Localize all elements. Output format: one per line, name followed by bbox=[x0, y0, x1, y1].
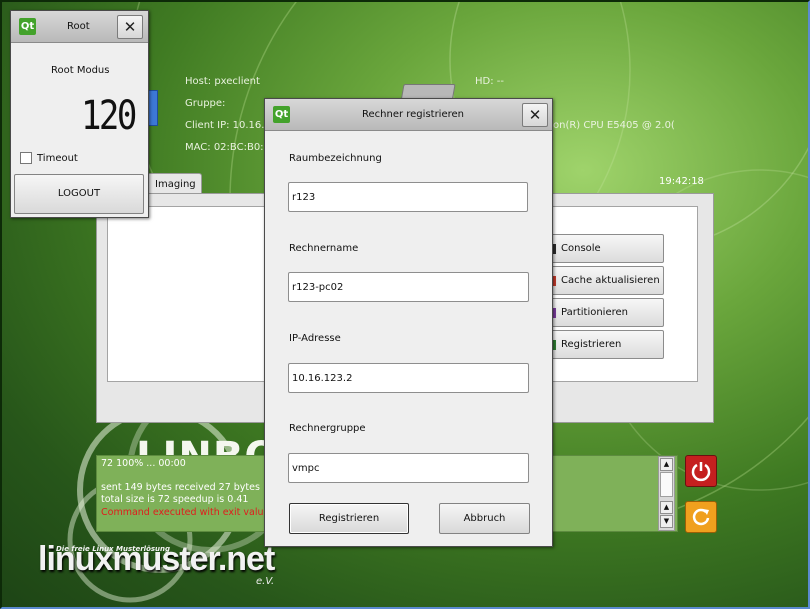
root-window: Qt Root ✕ Root Modus 120 Timeout LOGOUT bbox=[10, 10, 149, 218]
group-label: Rechnergruppe bbox=[289, 423, 366, 434]
close-icon[interactable]: ✕ bbox=[117, 15, 143, 39]
root-titlebar[interactable]: Qt Root ✕ bbox=[11, 11, 148, 43]
register-button[interactable]: Registrieren bbox=[544, 330, 664, 359]
register-dialog-title: Rechner registrieren bbox=[362, 109, 464, 120]
log-line: 72 100% ... 00:00 bbox=[101, 458, 186, 469]
qt-logo-icon: Qt bbox=[19, 18, 36, 35]
register-dialog: Qt Rechner registrieren ✕ Raumbezeichnun… bbox=[264, 98, 553, 547]
reboot-icon bbox=[692, 508, 710, 526]
scroll-down-arrow-icon[interactable]: ▲ bbox=[660, 501, 673, 514]
console-label: Console bbox=[561, 243, 601, 254]
timeout-counter: 120 bbox=[81, 93, 137, 139]
timeout-checkbox[interactable] bbox=[20, 152, 32, 164]
hostname-label: Rechnername bbox=[289, 243, 359, 254]
room-field[interactable]: r123 bbox=[288, 182, 528, 212]
room-label: Raumbezeichnung bbox=[289, 153, 382, 164]
qt-logo-icon: Qt bbox=[273, 106, 290, 123]
hostname-field[interactable]: r123-pc02 bbox=[288, 272, 529, 302]
register-dialog-titlebar[interactable]: Qt Rechner registrieren ✕ bbox=[265, 99, 552, 131]
logout-button[interactable]: LOGOUT bbox=[14, 174, 144, 214]
timeout-label: Timeout bbox=[37, 153, 78, 164]
scroll-down-arrow-icon[interactable]: ▼ bbox=[660, 515, 673, 528]
shutdown-button[interactable] bbox=[685, 455, 717, 487]
clock: 19:42:18 bbox=[659, 176, 704, 187]
register-label: Registrieren bbox=[561, 339, 622, 350]
root-window-title: Root bbox=[67, 21, 90, 32]
partition-button[interactable]: Partitionieren bbox=[544, 298, 664, 327]
linuxmuster-logo: linuxmuster.net bbox=[38, 540, 275, 578]
cache-update-button[interactable]: Cache aktualisieren bbox=[544, 266, 664, 295]
host-label: Host: pxeclient bbox=[185, 76, 260, 87]
client-ip-label: Client IP: 10.16.1 bbox=[185, 120, 271, 131]
root-mode-label: Root Modus bbox=[51, 65, 110, 76]
mac-label: MAC: 02:BC:B0: bbox=[185, 142, 264, 153]
tab-imaging[interactable]: Imaging bbox=[146, 173, 202, 195]
cache-update-label: Cache aktualisieren bbox=[561, 275, 660, 286]
close-icon[interactable]: ✕ bbox=[522, 103, 548, 127]
scroll-thumb[interactable] bbox=[660, 472, 673, 497]
cpu-label: on(R) CPU E5405 @ 2.0( bbox=[553, 120, 675, 131]
log-scrollbar[interactable]: ▲ ▲ ▼ bbox=[658, 456, 675, 531]
hd-label: HD: -- bbox=[475, 76, 504, 87]
partition-label: Partitionieren bbox=[561, 307, 628, 318]
log-line: total size is 72 speedup is 0.41 bbox=[101, 494, 249, 505]
ip-field[interactable]: 10.16.123.2 bbox=[288, 363, 529, 393]
cancel-button[interactable]: Abbruch bbox=[439, 503, 530, 534]
logo-ev: e.V. bbox=[256, 576, 275, 587]
power-icon bbox=[691, 462, 711, 482]
scroll-up-arrow-icon[interactable]: ▲ bbox=[660, 458, 673, 471]
ip-label: IP-Adresse bbox=[289, 333, 341, 344]
reboot-button[interactable] bbox=[685, 501, 717, 533]
group-label: Gruppe: bbox=[185, 98, 226, 109]
group-field[interactable]: vmpc bbox=[288, 453, 529, 483]
console-button[interactable]: Console bbox=[544, 234, 664, 263]
log-line: sent 149 bytes received 27 bytes bbox=[101, 482, 260, 493]
register-submit-button[interactable]: Registrieren bbox=[289, 503, 409, 534]
blue-widget-edge bbox=[148, 90, 158, 126]
log-error-line: Command executed with exit value bbox=[101, 507, 270, 518]
